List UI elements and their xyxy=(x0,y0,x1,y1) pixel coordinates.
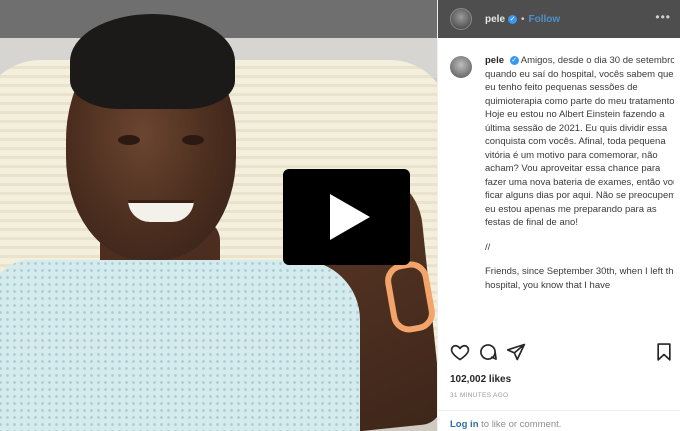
login-rest-text: to like or comment. xyxy=(478,419,562,430)
login-prompt: Log in to like or comment. xyxy=(450,419,561,430)
share-icon[interactable] xyxy=(506,342,526,362)
login-link[interactable]: Log in xyxy=(450,419,479,430)
hair xyxy=(70,14,235,109)
avatar[interactable] xyxy=(450,8,472,30)
caption-paragraph-3: Friends, since September 30th, when I le… xyxy=(485,266,674,291)
bookmark-icon[interactable] xyxy=(654,342,674,362)
caption-username[interactable]: pele xyxy=(485,55,504,66)
post-side-panel: pele ✓ • Follow ••• pele ✓ Amigos, desde… xyxy=(437,0,680,431)
post-media[interactable] xyxy=(0,0,437,431)
header-username[interactable]: pele xyxy=(485,14,505,25)
caption-text: pele ✓ Amigos, desde o dia 30 de setembr… xyxy=(485,54,674,303)
hospital-gown xyxy=(0,260,360,431)
action-bar xyxy=(450,342,672,364)
caption-body: Amigos, desde o dia 30 de setembro, quan… xyxy=(485,55,674,228)
likes-count[interactable]: 102,002 likes xyxy=(450,374,511,385)
caption-paragraph-2: // xyxy=(485,241,491,253)
post-header: pele ✓ • Follow ••• xyxy=(438,0,680,38)
more-options-icon[interactable]: ••• xyxy=(655,10,671,24)
play-button[interactable] xyxy=(283,169,410,265)
heart-icon[interactable] xyxy=(450,342,470,362)
comment-icon[interactable] xyxy=(478,342,498,362)
divider xyxy=(438,410,680,411)
caption-paragraph-1: pele ✓ Amigos, desde o dia 30 de setembr… xyxy=(485,54,674,230)
verified-badge-icon: ✓ xyxy=(509,55,519,65)
header-separator: • xyxy=(521,13,525,25)
left-eye xyxy=(118,135,140,145)
post-time[interactable]: 31 MINUTES AGO xyxy=(450,392,508,399)
follow-button[interactable]: Follow xyxy=(529,14,561,25)
caption-avatar[interactable] xyxy=(450,56,472,78)
play-icon xyxy=(330,194,370,240)
post-caption: pele ✓ Amigos, desde o dia 30 de setembr… xyxy=(450,54,674,330)
right-eye xyxy=(182,135,204,145)
verified-badge-icon: ✓ xyxy=(508,14,518,24)
